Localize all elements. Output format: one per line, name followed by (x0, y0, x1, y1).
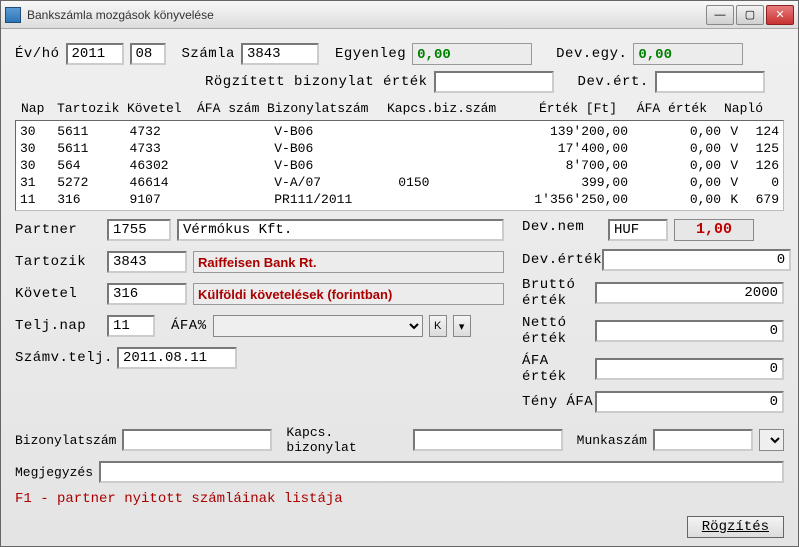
recorded-value-input[interactable] (434, 71, 554, 93)
form-section: Partner Tartozik Raiffeisen Bank Rt. Köv… (15, 219, 784, 419)
munkaszam-input[interactable] (653, 429, 753, 451)
dev-unit-value: 0,00 (633, 43, 743, 65)
brutto-label: Bruttó érték (522, 277, 595, 309)
col-nap: Nap (21, 101, 57, 116)
balance-value: 0,00 (412, 43, 532, 65)
szamvtelj-label: Számv.telj. (15, 350, 111, 366)
devertek-label: Dev.érték (522, 252, 602, 268)
app-icon (5, 7, 21, 23)
right-column: Dev.nem 1,00 Dev.érték Bruttó érték Nett… (522, 219, 784, 419)
afa-pct-label: ÁFA% (171, 318, 207, 334)
debit-code-input[interactable] (107, 251, 187, 273)
month-input[interactable] (130, 43, 166, 65)
col-kovetel: Követel (127, 101, 197, 116)
header-row-2: Rögzített bizonylat érték Dev.ért. (205, 71, 784, 93)
header-row-1: Év/hó Számla Egyenleg 0,00 Dev.egy. 0,00 (15, 43, 784, 65)
table-row[interactable]: 3056114733V-B0617'400,000,00V125 (16, 140, 783, 157)
recorded-label: Rögzített bizonylat érték (205, 74, 428, 90)
netto-label: Nettó érték (522, 315, 595, 347)
col-naplo: Napló (707, 101, 763, 116)
grid-header: Nap Tartozik Követel ÁFA szám Bizonylats… (15, 99, 784, 120)
k-dropdown-button[interactable]: ▾ (453, 315, 471, 337)
col-tartozik: Tartozik (57, 101, 127, 116)
content-area: Év/hó Számla Egyenleg 0,00 Dev.egy. 0,00… (1, 29, 798, 513)
credit-code-input[interactable] (107, 283, 187, 305)
devnem-label: Dev.nem (522, 219, 602, 241)
partner-name-input[interactable] (177, 219, 504, 241)
left-column: Partner Tartozik Raiffeisen Bank Rt. Köv… (15, 219, 504, 419)
devertek-input[interactable] (602, 249, 791, 271)
credit-name: Külföldi követelések (forintban) (193, 283, 504, 305)
munkaszam-label: Munkaszám (577, 433, 647, 448)
szamvtelj-input[interactable] (117, 347, 237, 369)
bottom-row-1: Bizonylatszám Kapcs. bizonylat Munkaszám (15, 425, 784, 455)
grid-body[interactable]: 3056114732V-B06139'200,000,00V1243056114… (15, 120, 784, 211)
tenyafa-label: Tény ÁFA (522, 394, 595, 410)
debit-name: Raiffeisen Bank Rt. (193, 251, 504, 273)
teljnap-input[interactable] (107, 315, 155, 337)
col-biz: Bizonylatszám (267, 101, 387, 116)
table-row[interactable]: 31527246614V-A/070150399,000,00V0 (16, 174, 783, 191)
col-ertek: Érték [Ft] (507, 101, 617, 116)
devrate-value: 1,00 (674, 219, 754, 241)
credit-label: Követel (15, 286, 101, 302)
dev-unit-label: Dev.egy. (556, 46, 627, 62)
partner-label: Partner (15, 222, 101, 238)
bottom-row-2: Megjegyzés (15, 461, 784, 483)
account-label: Számla (182, 46, 235, 62)
bizszam-label: Bizonylatszám (15, 433, 116, 448)
teljnap-label: Telj.nap (15, 318, 101, 334)
titlebar: Bankszámla mozgások könyvelése — ▢ ✕ (1, 1, 798, 29)
devnem-input[interactable] (608, 219, 668, 241)
table-row[interactable]: 3056114732V-B06139'200,000,00V124 (16, 123, 783, 140)
tenyafa-input[interactable] (595, 391, 784, 413)
afaertek-label: ÁFA érték (522, 353, 595, 385)
data-table: 3056114732V-B06139'200,000,00V1243056114… (16, 123, 783, 208)
app-window: Bankszámla mozgások könyvelése — ▢ ✕ Év/… (0, 0, 799, 547)
record-button[interactable]: Rögzítés (687, 516, 784, 538)
megjegyzes-label: Megjegyzés (15, 465, 93, 480)
window-buttons: — ▢ ✕ (704, 5, 794, 25)
brutto-input[interactable] (595, 282, 784, 304)
kapcsbiz-input[interactable] (413, 429, 563, 451)
partner-code-input[interactable] (107, 219, 171, 241)
netto-input[interactable] (595, 320, 784, 342)
debit-label: Tartozik (15, 254, 101, 270)
dev-value-input[interactable] (655, 71, 765, 93)
close-button[interactable]: ✕ (766, 5, 794, 25)
hint-text: F1 - partner nyitott számláinak listája (15, 491, 784, 507)
account-input[interactable] (241, 43, 319, 65)
col-kapcs: Kapcs.biz.szám (387, 101, 507, 116)
col-afa: ÁFA szám (197, 101, 267, 116)
munkaszam-combo[interactable] (759, 429, 784, 451)
balance-label: Egyenleg (335, 46, 406, 62)
kapcsbiz-label: Kapcs. bizonylat (286, 425, 406, 455)
minimize-button[interactable]: — (706, 5, 734, 25)
table-row[interactable]: 3056446302V-B068'700,000,00V126 (16, 157, 783, 174)
afaertek-input[interactable] (595, 358, 784, 380)
bizszam-input[interactable] (122, 429, 272, 451)
col-afaertek: ÁFA érték (617, 101, 707, 116)
year-month-label: Év/hó (15, 46, 60, 62)
megjegyzes-input[interactable] (99, 461, 784, 483)
dev-value-label: Dev.ért. (578, 74, 649, 90)
maximize-button[interactable]: ▢ (736, 5, 764, 25)
table-row[interactable]: 113169107PR111/20111'356'250,000,00K679 (16, 191, 783, 208)
k-button[interactable]: K (429, 315, 447, 337)
window-title: Bankszámla mozgások könyvelése (27, 8, 704, 22)
year-input[interactable] (66, 43, 124, 65)
afa-combo[interactable] (213, 315, 423, 337)
